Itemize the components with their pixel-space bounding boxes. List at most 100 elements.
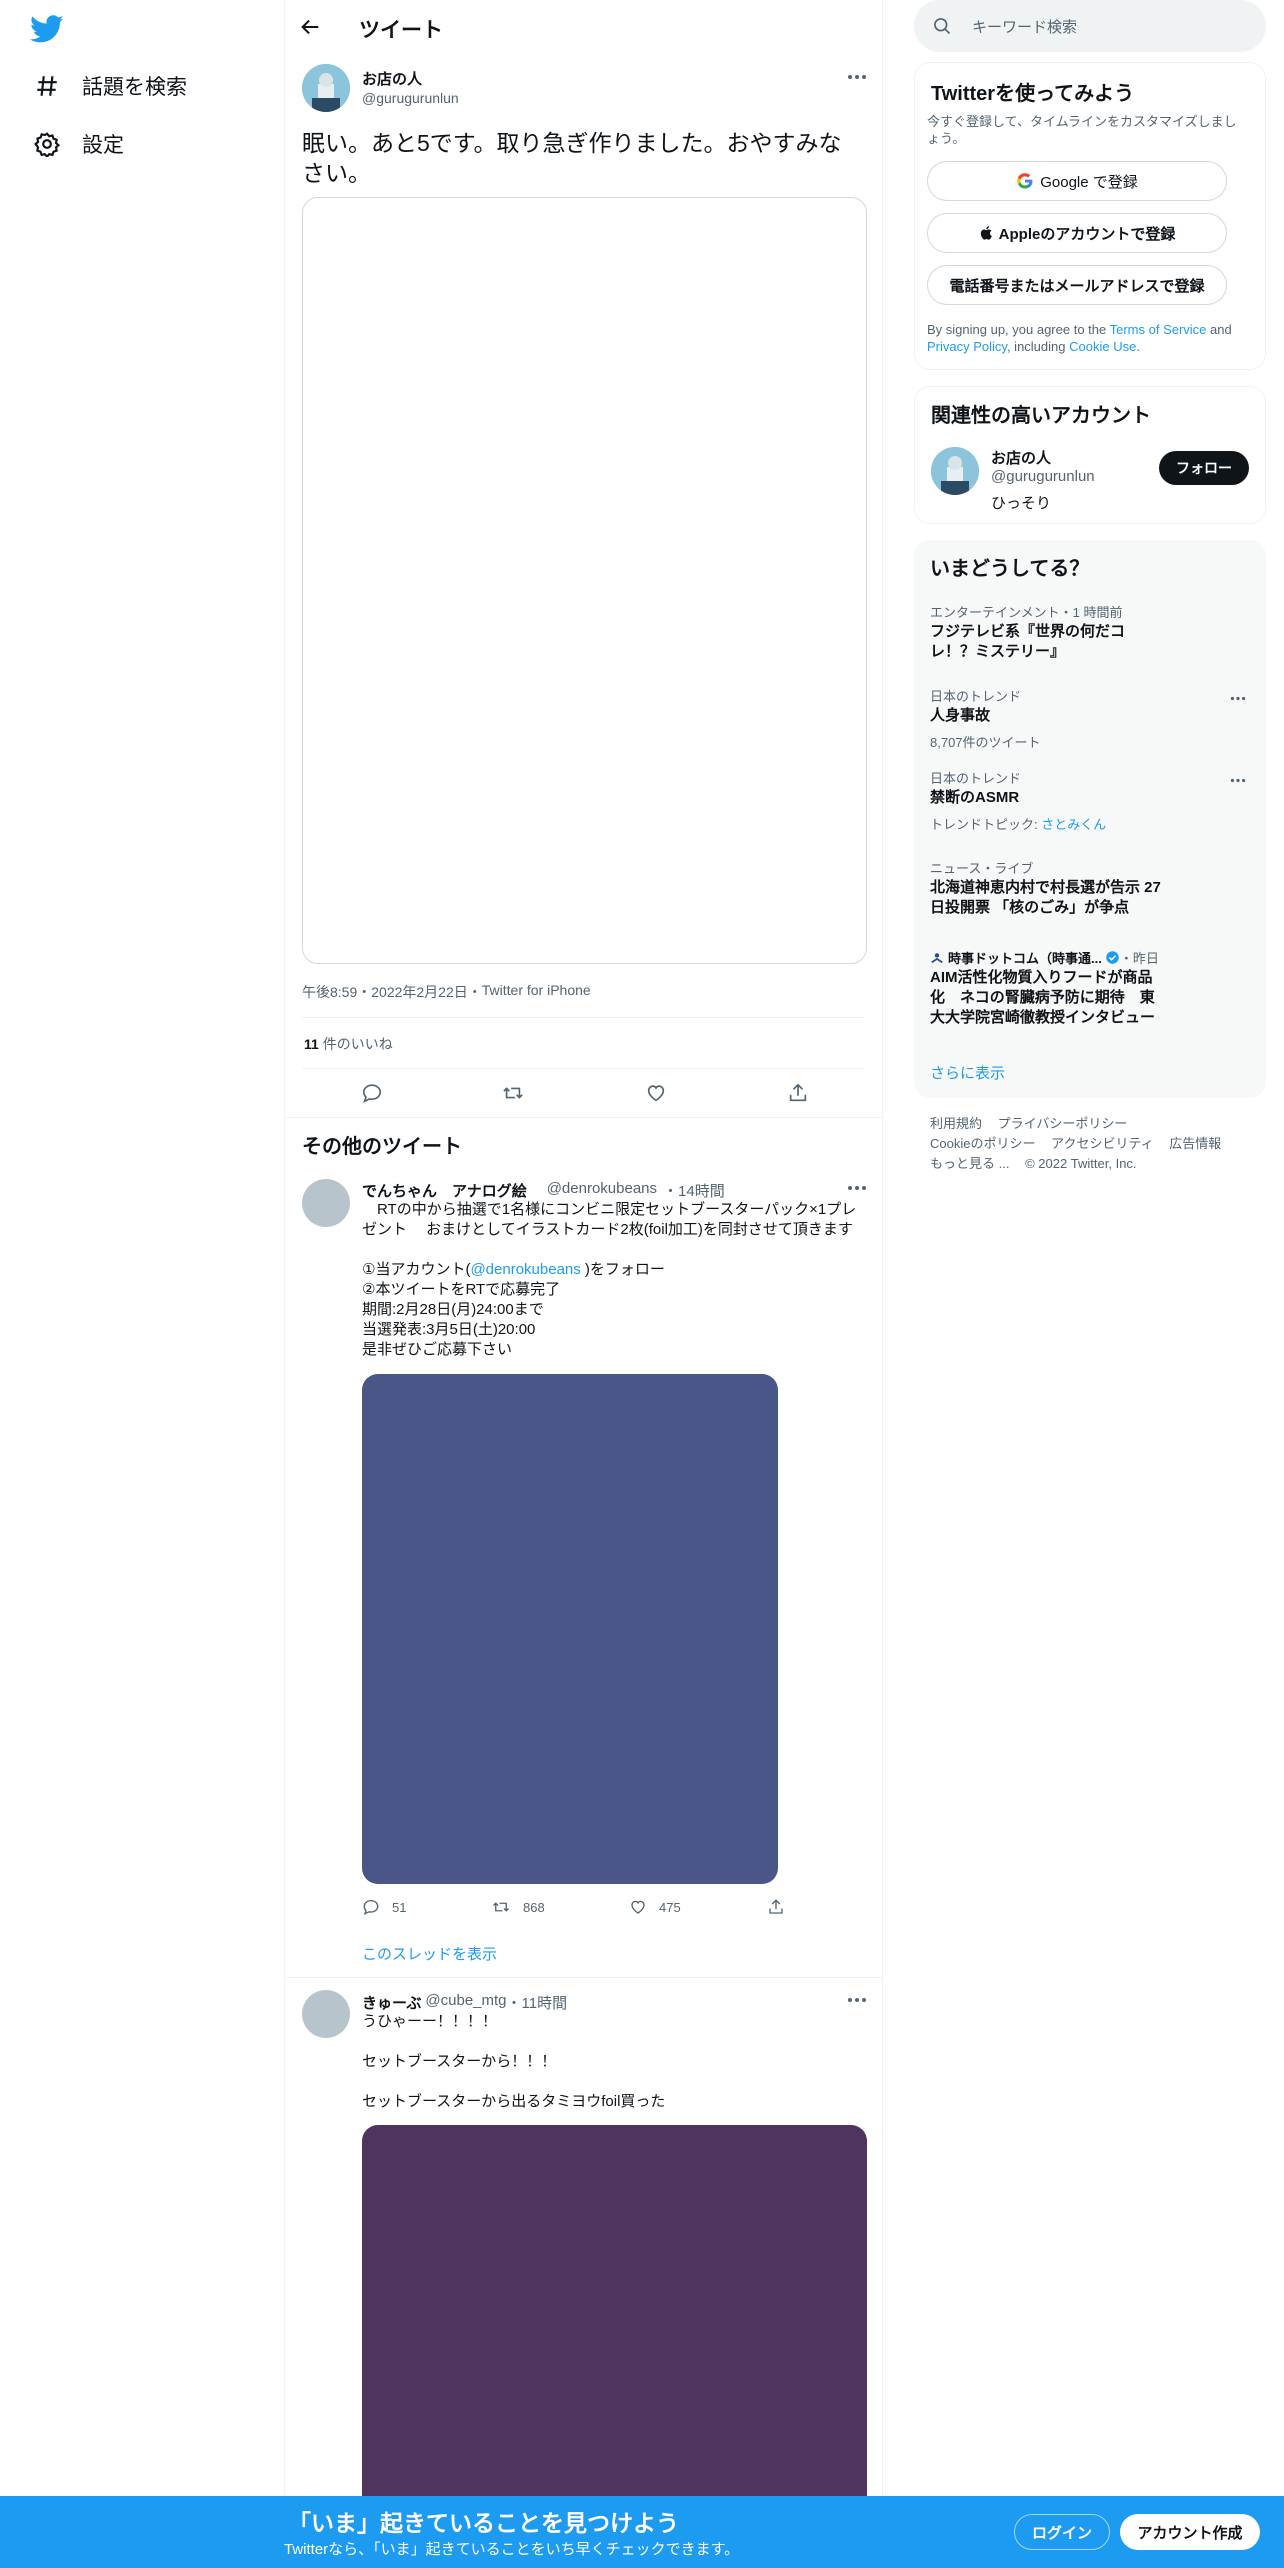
retweet-count: 868: [523, 1899, 545, 1915]
signup-banner: 「いま」起きていることを見つけよう Twitterなら、「いま」起きていることを…: [0, 2496, 1284, 2568]
tweet-time[interactable]: ・14時間: [663, 1180, 725, 1201]
source-logo-icon: [930, 951, 944, 965]
retweet-button[interactable]: 868: [491, 1898, 545, 1916]
tweet-source[interactable]: Twitter for iPhone: [482, 982, 591, 1002]
apple-signup-button[interactable]: Appleのアカウントで登録: [927, 213, 1227, 253]
button-label: 電話番号またはメールアドレスで登録: [949, 277, 1205, 295]
card-subtitle: 今すぐ登録して、タイムラインをカスタマイズしましょう。: [927, 114, 1237, 146]
trend-title: フジテレビ系『世界の何だコレ！？ミステリー』: [930, 623, 1126, 660]
trend-item[interactable]: エンターテインメント・1 時間前 フジテレビ系『世界の何だコレ！？ミステリー』: [914, 598, 1266, 674]
avatar[interactable]: [302, 1990, 350, 2038]
tweet-media[interactable]: [362, 1374, 778, 1884]
footer-link[interactable]: プライバシーポリシー: [998, 1116, 1128, 1131]
reply-icon: [362, 1898, 380, 1916]
follow-button[interactable]: フォロー: [1159, 451, 1249, 485]
news-source: 時事ドットコム（時事通... ・昨日: [930, 948, 1159, 967]
avatar[interactable]: [931, 447, 979, 495]
nav-item-settings[interactable]: 設定: [34, 124, 124, 164]
trend-topic-link[interactable]: さとみくん: [1041, 817, 1106, 832]
tweet-line: セットブースターから出るタミヨウfoil買った: [362, 2093, 666, 2110]
google-icon: [1016, 172, 1034, 190]
likes-summary[interactable]: 11 件のいいね: [304, 1034, 393, 1054]
reply-button[interactable]: 51: [362, 1898, 406, 1916]
footer-link[interactable]: 利用規約: [930, 1116, 982, 1131]
tweet-media[interactable]: [362, 2125, 867, 2500]
author-name[interactable]: でんちゃん アナログ絵: [362, 1180, 527, 1201]
login-button[interactable]: ログイン: [1014, 2514, 1110, 2550]
create-account-button[interactable]: アカウント作成: [1120, 2514, 1260, 2550]
news-title: AIM活性化物質入りフードが商品化 ネコの腎臓病予防に期待 東大大学院宮崎徹教授…: [930, 969, 1156, 1026]
trend-label: 日本のトレンド: [930, 771, 1022, 786]
show-thread-link[interactable]: このスレッドを表示: [362, 1943, 497, 1964]
button-label: Google で登録: [1040, 173, 1138, 191]
tweet-header: でんちゃん アナログ絵 @denrokubeans ・14時間: [362, 1180, 725, 1201]
footer-link[interactable]: 広告情報: [1169, 1136, 1221, 1151]
more-options-icon[interactable]: [1230, 696, 1250, 702]
trend-label: 日本のトレンド: [930, 689, 1022, 704]
phone-email-signup-button[interactable]: 電話番号またはメールアドレスで登録: [927, 265, 1227, 305]
divider: [882, 0, 883, 2568]
legal-text: By signing up, you agree to the Terms of…: [927, 322, 1232, 354]
tweet-line: うひゃーー！！！！: [362, 2013, 498, 2030]
nav-item-explore[interactable]: 話題を検索: [34, 66, 187, 106]
google-signup-button[interactable]: Google で登録: [927, 161, 1227, 201]
tweet-date[interactable]: 2022年2月22日: [371, 982, 468, 1002]
retweet-icon[interactable]: [501, 1082, 525, 1104]
tweet-media[interactable]: [302, 197, 867, 964]
footer-link[interactable]: Cookieのポリシー: [930, 1136, 1035, 1151]
author-handle[interactable]: @gurugurunlun: [362, 90, 459, 106]
account-name[interactable]: お店の人: [991, 447, 1051, 468]
account-handle[interactable]: @gurugurunlun: [991, 468, 1095, 485]
tweet-line: 是非ぜひご応募下さい: [362, 1341, 513, 1358]
divider: [285, 1117, 882, 1118]
mention-link[interactable]: @denrokubeans: [470, 1261, 580, 1278]
footer-more-link[interactable]: もっと見る ...: [930, 1156, 1009, 1171]
avatar[interactable]: [302, 1179, 350, 1227]
more-options-icon[interactable]: [847, 1185, 867, 1191]
avatar[interactable]: [302, 64, 350, 112]
author-name[interactable]: お店の人: [362, 68, 422, 89]
trend-title: 禁断のASMR: [930, 789, 1020, 806]
footer-link[interactable]: アクセシビリティ: [1051, 1136, 1154, 1151]
apple-icon: [979, 224, 995, 242]
author-name[interactable]: きゅーぶ: [362, 1992, 421, 2013]
more-options-icon[interactable]: [1230, 778, 1250, 784]
cookie-link[interactable]: Cookie Use: [1069, 339, 1136, 354]
reply-icon[interactable]: [361, 1082, 383, 1104]
news-item[interactable]: 時事ドットコム（時事通... ・昨日 AIM活性化物質入りフードが商品化 ネコの…: [914, 948, 1266, 1048]
source-name: 時事ドットコム（時事通...: [948, 951, 1102, 966]
news-time: ・昨日: [1119, 951, 1159, 966]
signup-card: Twitterを使ってみよう 今すぐ登録して、タイムラインをカスタマイズしましょ…: [914, 62, 1266, 370]
nav-item-label: 設定: [82, 134, 124, 157]
share-icon[interactable]: [767, 1898, 785, 1916]
author-handle[interactable]: @denrokubeans: [547, 1180, 657, 1201]
search-input[interactable]: キーワード検索: [972, 16, 1077, 37]
like-button[interactable]: 475: [629, 1898, 681, 1916]
more-options-icon[interactable]: [847, 74, 867, 80]
trend-title: 北海道神恵内村で村長選が告示 27日投開票 「核のごみ」が争点: [930, 879, 1161, 916]
search-box[interactable]: キーワード検索: [914, 0, 1266, 52]
tweet-meta: 午後8:59 ・ 2022年2月22日 ・ Twitter for iPhone: [302, 982, 591, 1002]
footer: 利用規約 プライバシーポリシー Cookieのポリシー アクセシビリティ 広告情…: [930, 1114, 1260, 1174]
search-icon: [932, 16, 952, 36]
tweet-text: うひゃーー！！！！ セットブースターから！！！ セットブースターから出るタミヨウ…: [362, 2012, 862, 2112]
share-icon[interactable]: [787, 1082, 809, 1104]
show-more-link[interactable]: さらに表示: [930, 1062, 1005, 1083]
terms-link[interactable]: Terms of Service: [1110, 322, 1207, 337]
back-arrow-icon[interactable]: [299, 16, 321, 38]
like-heart-icon[interactable]: [645, 1082, 667, 1104]
card-title: Twitterを使ってみよう: [931, 83, 1135, 105]
privacy-link[interactable]: Privacy Policy: [927, 339, 1007, 354]
trend-tweet-count: 8,707件のツイート: [930, 735, 1041, 750]
more-options-icon[interactable]: [847, 1997, 867, 2003]
tweet-line: RTの中から抽選で1名様にコンビニ限定セットブースターパック×1プレゼント おま…: [362, 1201, 857, 1238]
reply-count: 51: [392, 1899, 407, 1915]
trend-item[interactable]: ニュース・ライブ 北海道神恵内村で村長選が告示 27日投開票 「核のごみ」が争点: [914, 858, 1266, 924]
trend-item[interactable]: 日本のトレンド 人身事故 8,707件のツイート: [914, 686, 1266, 756]
tweet-time[interactable]: ・11時間: [507, 1992, 568, 2013]
author-handle[interactable]: @cube_mtg: [425, 1992, 506, 2013]
twitter-logo-icon[interactable]: [30, 12, 66, 48]
trend-item[interactable]: 日本のトレンド 禁断のASMR トレンドトピック: さとみくん: [914, 768, 1266, 838]
tweet-time[interactable]: 午後8:59: [302, 982, 357, 1002]
likes-count: 11: [304, 1036, 319, 1052]
